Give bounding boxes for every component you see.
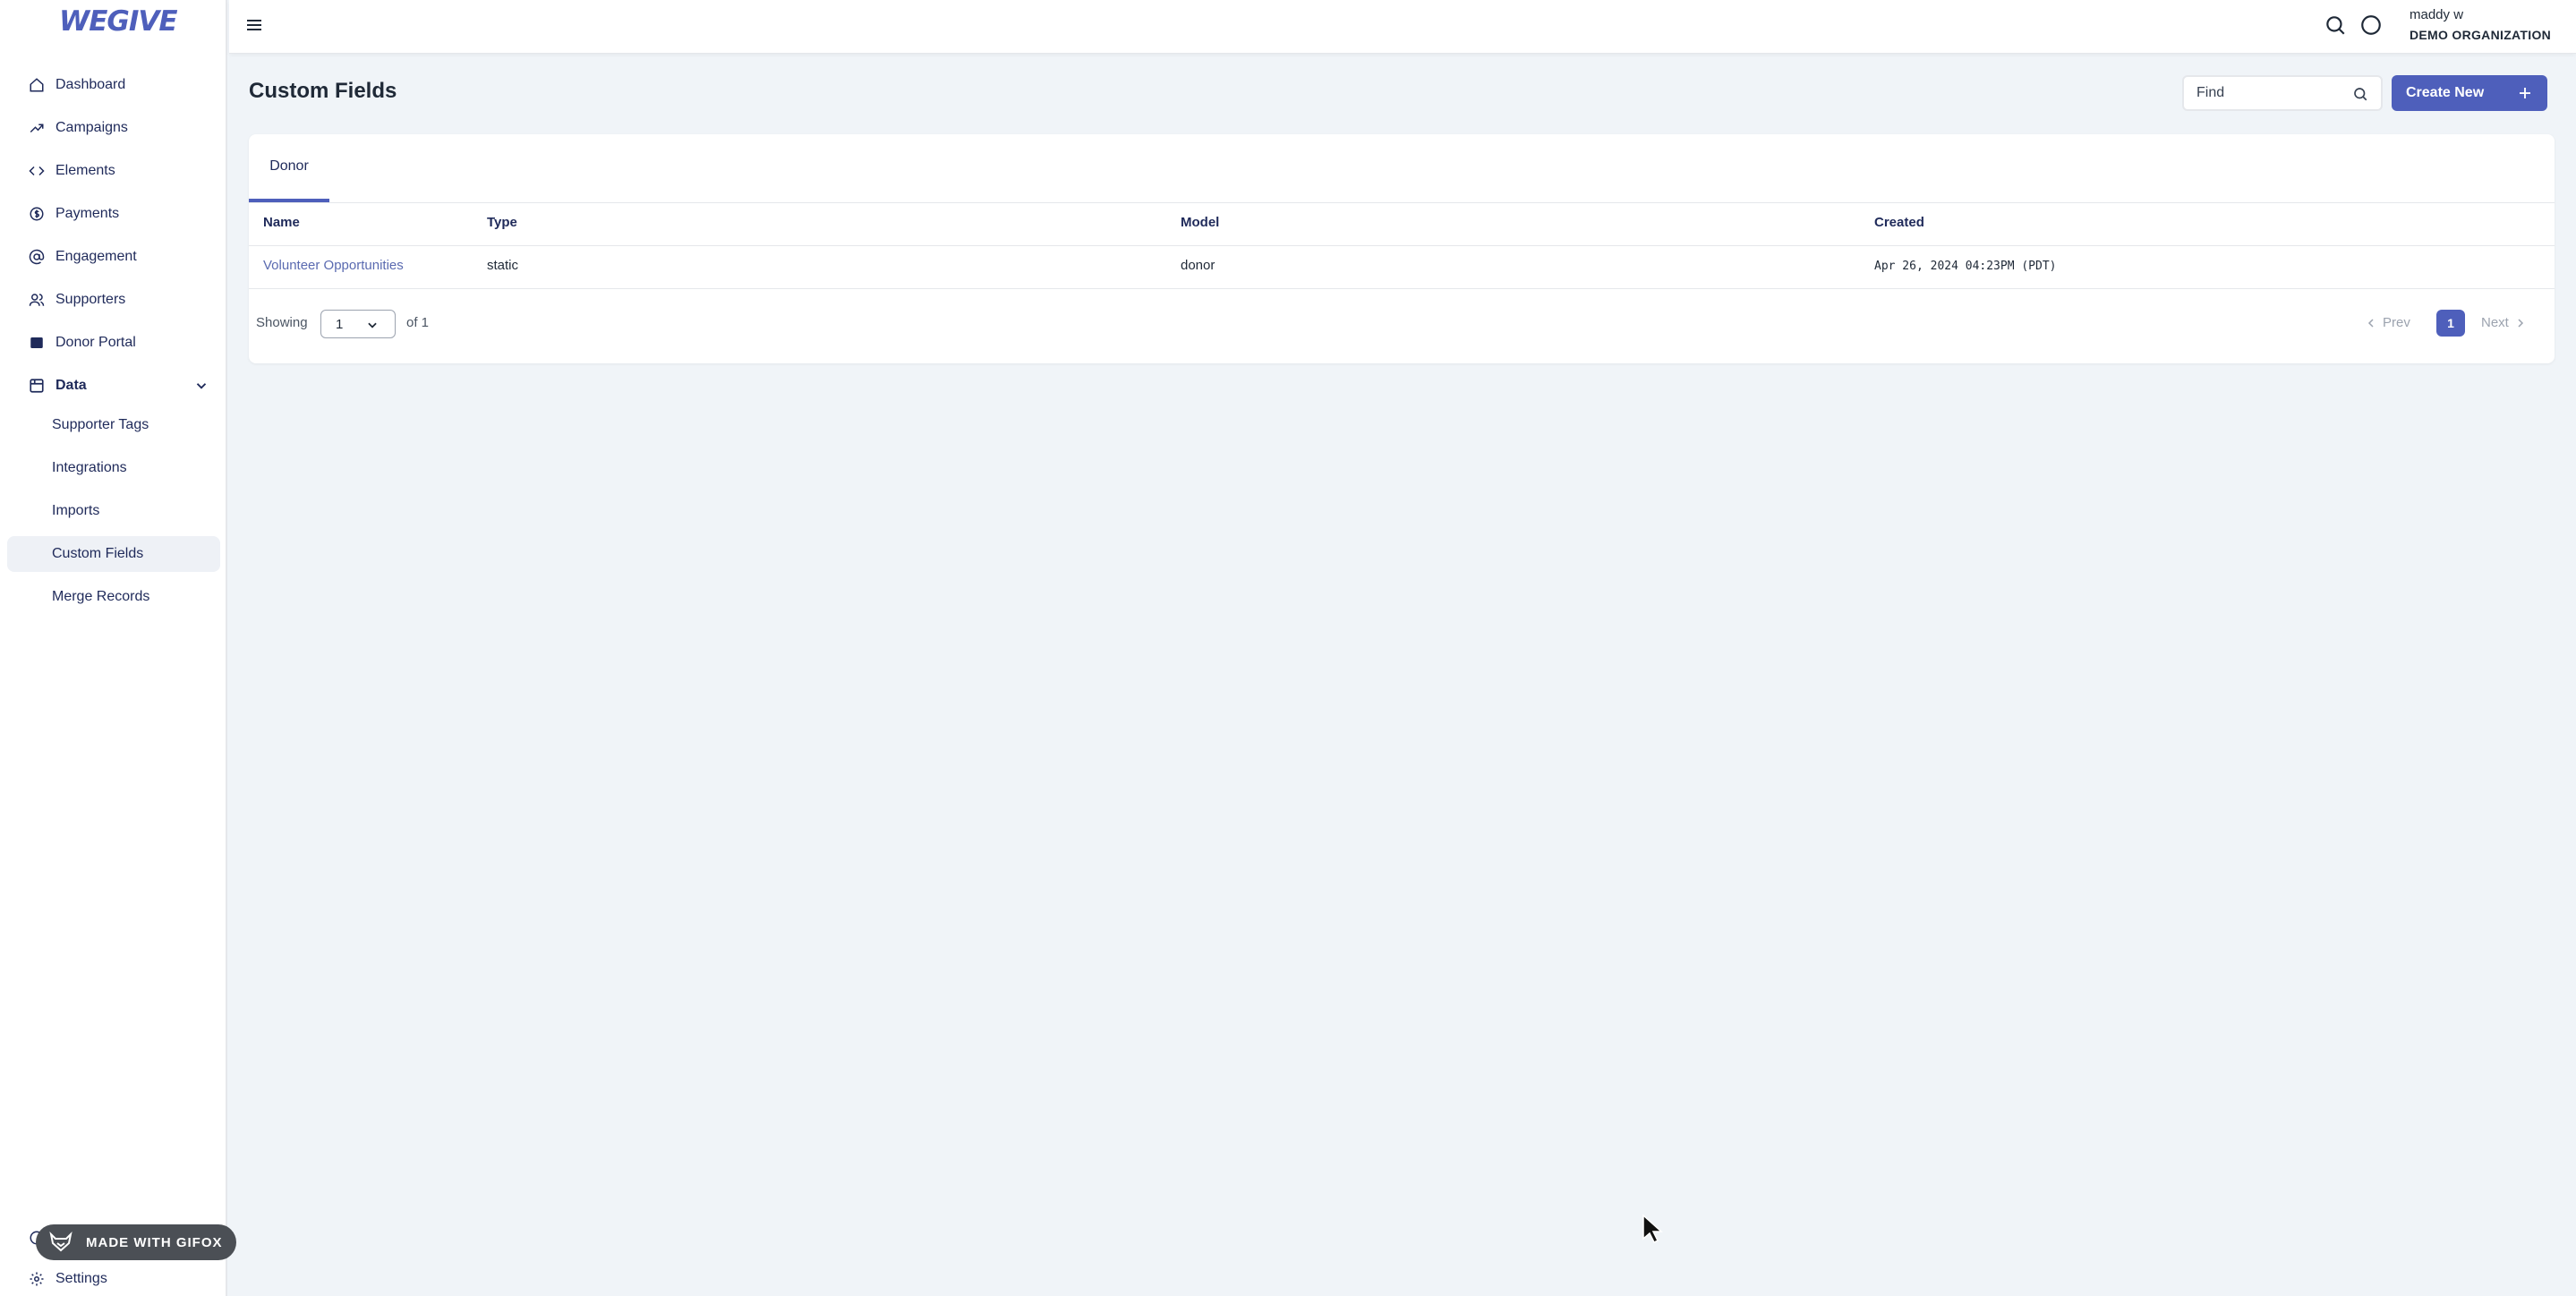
sidebar-item-elements[interactable]: Elements	[7, 153, 220, 189]
page-count-label: of 1	[406, 315, 430, 330]
sidebar-subitem-custom-fields[interactable]: Custom Fields	[7, 536, 220, 572]
user-menu[interactable]: maddy w DEMO ORGANIZATION	[2410, 5, 2551, 45]
sidebar-item-campaigns[interactable]: Campaigns	[7, 110, 220, 146]
sidebar-subitem-label: Merge Records	[52, 589, 150, 604]
create-new-button[interactable]: Create New	[2392, 75, 2547, 111]
next-button[interactable]: Next	[2481, 315, 2525, 330]
home-icon	[29, 77, 45, 93]
sidebar-item-label: Supporters	[55, 292, 126, 307]
card-icon	[29, 335, 45, 351]
sidebar-item-label: Elements	[55, 163, 115, 178]
page-button[interactable]: 1	[2436, 310, 2465, 337]
dollar-circle-icon	[29, 206, 45, 222]
page-select[interactable]: 1	[320, 310, 396, 338]
chevron-right-icon	[2518, 318, 2523, 328]
sidebar-item-label: Engagement	[55, 249, 137, 264]
custom-fields-card: Donor Name Type Model Created Volunteer …	[249, 134, 2555, 363]
gifox-badge: MADE WITH GIFOX	[36, 1224, 236, 1260]
tab-donor[interactable]: Donor	[249, 134, 329, 202]
chevron-down-icon	[368, 322, 377, 328]
search-icon	[2354, 88, 2367, 101]
column-header-name[interactable]: Name	[263, 215, 300, 230]
trending-up-icon	[29, 120, 45, 136]
sidebar-subitem-label: Supporter Tags	[52, 417, 149, 432]
sidebar-subitem-integrations[interactable]: Integrations	[7, 450, 220, 486]
divider	[249, 288, 2555, 289]
column-header-created[interactable]: Created	[1874, 215, 1924, 230]
wegive-logo[interactable]: WEGIVE	[59, 5, 178, 38]
sidebar-item-dashboard[interactable]: Dashboard	[7, 67, 220, 103]
at-sign-icon	[29, 249, 45, 265]
page-select-value: 1	[336, 316, 344, 332]
column-header-type[interactable]: Type	[487, 215, 517, 230]
sidebar-item-label: Data	[55, 378, 87, 393]
menu-icon[interactable]	[243, 14, 265, 36]
search-icon[interactable]	[2324, 13, 2347, 37]
sidebar-item-label: Payments	[55, 206, 120, 221]
find-field[interactable]	[2182, 75, 2383, 111]
prev-button[interactable]: Prev	[2367, 315, 2410, 330]
sidebar-subitem-imports[interactable]: Imports	[7, 493, 220, 529]
field-model: donor	[1181, 258, 1215, 273]
sidebar-item-payments[interactable]: Payments	[7, 196, 220, 232]
sidebar-subitem-label: Custom Fields	[52, 546, 144, 561]
find-input[interactable]	[2196, 85, 2340, 101]
sidebar: WEGIVE Dashboard Campaigns Elements Paym…	[0, 0, 227, 1296]
field-name-link[interactable]: Volunteer Opportunities	[263, 258, 404, 273]
page-title: Custom Fields	[249, 79, 397, 103]
create-new-label: Create New	[2406, 85, 2485, 100]
chat-icon[interactable]	[2359, 13, 2383, 37]
field-type: static	[487, 258, 519, 273]
sidebar-item-label: Campaigns	[55, 120, 128, 135]
divider	[249, 245, 2555, 246]
sidebar-subitem-label: Imports	[52, 503, 100, 518]
chevron-left-icon	[2367, 318, 2374, 328]
code-icon	[29, 163, 45, 179]
chevron-down-icon[interactable]	[193, 378, 209, 394]
showing-label: Showing	[256, 315, 308, 330]
gear-icon	[29, 1271, 45, 1287]
sidebar-item-donor-portal[interactable]: Donor Portal	[7, 325, 220, 361]
sidebar-item-label: Donor Portal	[55, 335, 136, 350]
fox-icon	[49, 1232, 73, 1252]
user-name: maddy w	[2410, 7, 2464, 22]
sidebar-subitem-supporter-tags[interactable]: Supporter Tags	[7, 407, 220, 443]
prev-label: Prev	[2383, 315, 2410, 330]
sidebar-item-engagement[interactable]: Engagement	[7, 239, 220, 275]
gifox-badge-label: MADE WITH GIFOX	[86, 1234, 223, 1250]
database-icon	[29, 378, 45, 394]
next-label: Next	[2481, 315, 2509, 330]
plus-icon	[2520, 88, 2530, 98]
sidebar-item-data[interactable]: Data	[7, 368, 220, 404]
column-header-model[interactable]: Model	[1181, 215, 1219, 230]
sidebar-item-label: Settings	[55, 1271, 107, 1286]
sidebar-subitem-merge-records[interactable]: Merge Records	[7, 579, 220, 615]
top-bar: maddy w DEMO ORGANIZATION	[229, 0, 2576, 54]
sidebar-item-supporters[interactable]: Supporters	[7, 282, 220, 318]
organization-name: DEMO ORGANIZATION	[2410, 28, 2552, 42]
divider	[249, 202, 2555, 203]
cursor-icon	[1642, 1214, 1663, 1244]
sidebar-item-label: Dashboard	[55, 77, 126, 92]
field-created: Apr 26, 2024 04:23PM (PDT)	[1874, 260, 2057, 273]
users-icon	[29, 292, 45, 308]
sidebar-subitem-label: Integrations	[52, 460, 127, 475]
sidebar-item-settings[interactable]: Settings	[7, 1261, 220, 1296]
